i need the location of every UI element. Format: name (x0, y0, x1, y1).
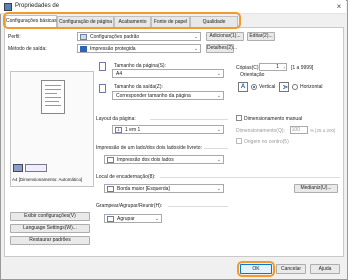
copies-range: [1 a 9999] (291, 65, 314, 71)
manual-scaling-checkbox[interactable] (236, 115, 242, 121)
horizontal-radio[interactable] (292, 84, 298, 90)
output-size-label: Tamanho da saída(Z): (114, 84, 163, 90)
divider (150, 119, 228, 120)
output-method-select[interactable]: Impressão protegida ⌄ (77, 44, 201, 53)
staple-collate-value: Agrupar (117, 216, 135, 222)
window-title: Propriedades de (15, 3, 60, 9)
output-method-value: Impressão protegida (90, 46, 136, 52)
tab-paper-source[interactable]: Fonte de papel (151, 16, 190, 27)
duplex-label: Impressão de um lado/dos dois lados/de l… (96, 145, 202, 151)
preview-caption: A4 [Dimensionamento: Automático] (12, 177, 83, 182)
group-icon (107, 216, 114, 222)
duplex-select[interactable]: Impressão dos dois lados ⌄ (104, 155, 224, 164)
copies-label: Cópias(C): (236, 65, 260, 71)
page-layout-label: Layout da página: (96, 116, 136, 122)
tab-quality[interactable]: Qualidade (190, 16, 238, 27)
output-size-value: Corresponder tamanho da página (116, 93, 191, 99)
page-preview: A4 [Dimensionamento: Automático] (10, 71, 94, 187)
page-size-select[interactable]: A4 ⌄ (112, 69, 224, 78)
show-settings-button[interactable]: Exibir configurações(V) (10, 212, 90, 221)
profile-label: Perfil: (8, 34, 21, 40)
staple-preview-icon (25, 164, 47, 172)
page-thumbnail (41, 80, 65, 114)
tab-page-setup[interactable]: Configuração de página (57, 16, 114, 27)
chevron-down-icon: ⌄ (193, 46, 198, 52)
gutter-button[interactable]: Medianiz(U)... (294, 184, 338, 193)
chevron-down-icon: ⌄ (154, 216, 159, 222)
output-size-icon (99, 84, 106, 93)
binding-location-select[interactable]: Borda maior [Esquerda] ⌄ (104, 184, 224, 193)
secure-print-icon (80, 46, 87, 52)
output-size-select[interactable]: Corresponder tamanho da página ⌄ (112, 91, 224, 100)
ok-button[interactable]: OK (240, 264, 272, 274)
language-settings-button[interactable]: Language Settings(W)... (10, 224, 90, 233)
edit-profile-button[interactable]: Editar(2)... (247, 32, 275, 41)
landscape-icon: A (279, 82, 289, 92)
tab-finishing[interactable]: Acabamento (114, 16, 151, 27)
binding-location-value: Borda maior [Esquerda] (117, 186, 170, 192)
printer-icon (4, 3, 12, 11)
vertical-radio[interactable] (251, 84, 257, 90)
chevron-down-icon: ⌄ (216, 71, 221, 77)
profile-icon (80, 34, 87, 40)
chevron-down-icon: ⌄ (216, 127, 221, 133)
page-layout-select[interactable]: 1 1 em 1 ⌄ (112, 125, 224, 134)
tab-basic-settings[interactable]: Configurações básicas (5, 15, 57, 27)
layout-1up-icon: 1 (115, 127, 122, 133)
page-layout-value: 1 em 1 (125, 127, 141, 133)
center-origin-checkbox[interactable] (236, 138, 242, 144)
staple-collate-select[interactable]: Agrupar ⌄ (104, 214, 162, 223)
scaling-label: Dimensionamento(Q): (236, 128, 285, 134)
spinner-arrows-icon[interactable]: ↕ (283, 64, 285, 71)
divider (168, 206, 228, 207)
help-button[interactable]: Ajuda (310, 264, 340, 274)
profile-select[interactable]: Configurações padrão ⌄ (77, 32, 201, 41)
center-origin-label: Origem no centro(5) (244, 139, 289, 145)
close-button[interactable]: × (333, 1, 345, 12)
scaling-value: 100 (291, 127, 300, 133)
duplex-value: Impressão dos dois lados (117, 157, 174, 163)
profile-value: Configurações padrão (90, 34, 140, 40)
chevron-down-icon: ⌄ (216, 186, 221, 192)
divider (204, 148, 228, 149)
printer-device-icon (13, 164, 23, 172)
duplex-icon (107, 157, 114, 163)
portrait-icon: A (238, 82, 248, 92)
title-bar: Propriedades de × (0, 0, 346, 14)
binding-icon (107, 186, 114, 192)
chevron-down-icon: ⌄ (193, 34, 198, 40)
divider (160, 177, 340, 178)
staple-collate-label: Grampear/Agrupar/Reunir(H): (96, 203, 163, 209)
output-method-label: Método de saída: (8, 46, 47, 52)
manual-scaling-label: Dimensionamento manual (244, 116, 303, 122)
orientation-label: Orientação (240, 72, 265, 78)
copies-value: 1 (276, 64, 279, 70)
page-size-value: A4 (116, 71, 123, 77)
page-size-icon (99, 62, 106, 71)
scaling-range: % [25 a 200] (310, 128, 336, 133)
scaling-input[interactable]: 100 (290, 126, 308, 134)
horizontal-label: Horizontal (300, 84, 323, 90)
chevron-down-icon: ⌄ (216, 93, 221, 99)
restore-defaults-button[interactable]: Restaurar padrões (10, 236, 90, 245)
vertical-label: Vertical (259, 84, 276, 90)
add-profile-button[interactable]: Adicionar(1)... (206, 32, 244, 41)
chevron-down-icon: ⌄ (216, 157, 221, 163)
binding-location-label: Local de encadernação(8): (96, 174, 156, 180)
cancel-button[interactable]: Cancelar (276, 264, 306, 274)
copies-input[interactable]: 1 ↕ (259, 63, 287, 71)
details-button[interactable]: Detalhes(2)... (206, 44, 237, 53)
